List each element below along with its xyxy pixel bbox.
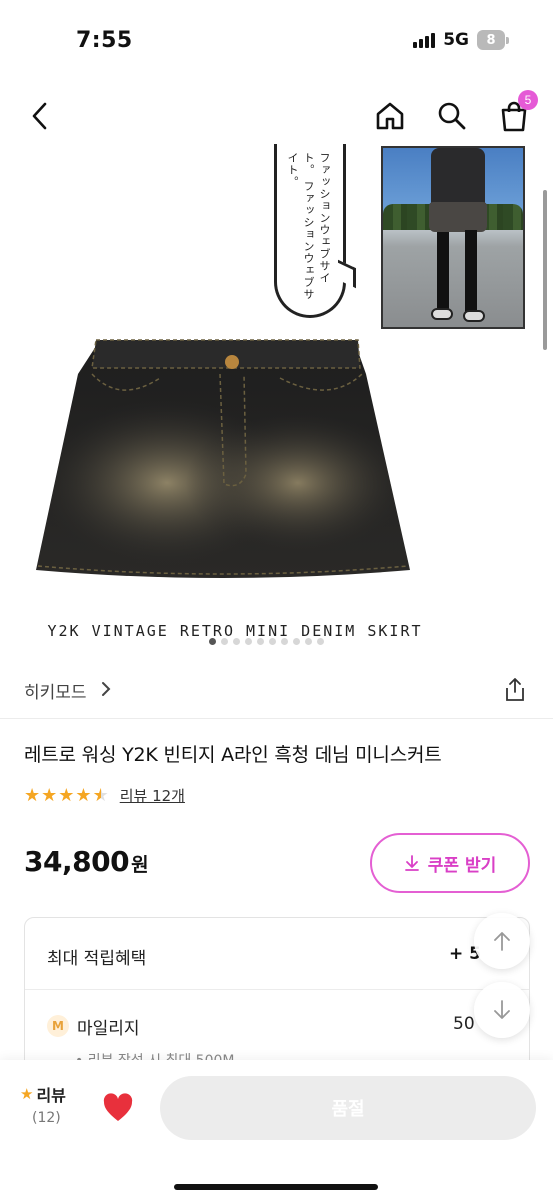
- chevron-right-icon: [102, 682, 111, 696]
- carousel-dot[interactable]: [245, 638, 252, 645]
- carousel-dots: [0, 638, 553, 645]
- home-indicator: [174, 1184, 378, 1190]
- star-icon: ★: [20, 1085, 34, 1103]
- price: 34,800: [24, 845, 130, 878]
- carousel-dot[interactable]: [233, 638, 240, 645]
- status-time: 7:55: [76, 28, 133, 53]
- home-icon: [376, 102, 404, 130]
- price-row: 34,800 원: [24, 845, 149, 878]
- cart-button[interactable]: 5: [494, 90, 538, 136]
- scroll-to-bottom-button[interactable]: [474, 982, 530, 1038]
- search-button[interactable]: [432, 96, 472, 136]
- mileage-value: 50: [453, 1014, 475, 1034]
- mileage-icon: M: [47, 1015, 69, 1037]
- search-icon: [438, 102, 466, 130]
- speech-bubble-text: ファッションウェブサイト。 ファッションウェブサイト。: [286, 152, 332, 302]
- arrow-up-icon: [494, 932, 510, 951]
- product-title: 레트로 워싱 Y2K 빈티지 A라인 흑청 데님 미니스커트: [24, 744, 442, 766]
- signal-icon: [413, 32, 436, 48]
- heart-icon: [103, 1093, 133, 1121]
- scrollbar[interactable]: [543, 190, 547, 350]
- carousel-dot[interactable]: [317, 638, 324, 645]
- download-icon: [404, 855, 419, 871]
- share-button[interactable]: [500, 674, 530, 704]
- status-bar: 7:55 5G 8: [0, 0, 553, 80]
- star-icon: ★: [75, 784, 92, 806]
- half-star-icon: ★: [92, 784, 109, 806]
- star-icon: ★: [41, 784, 58, 806]
- chevron-left-icon: [32, 102, 47, 130]
- review-tab[interactable]: ★ 리뷰 (12): [20, 1082, 80, 1126]
- carousel-dot[interactable]: [293, 638, 300, 645]
- coupon-button[interactable]: 쿠폰 받기: [370, 833, 530, 893]
- carousel-dot[interactable]: [209, 638, 216, 645]
- review-tab-label: 리뷰: [36, 1086, 66, 1105]
- scroll-to-top-button[interactable]: [474, 913, 530, 969]
- soldout-button[interactable]: 품절: [160, 1076, 536, 1140]
- top-nav: 5: [0, 88, 553, 144]
- price-unit: 원: [131, 854, 149, 876]
- wishlist-button[interactable]: [100, 1090, 136, 1126]
- carousel-dot[interactable]: [305, 638, 312, 645]
- cart-count-badge: 5: [518, 90, 538, 110]
- carousel-dot[interactable]: [281, 638, 288, 645]
- back-button[interactable]: [20, 96, 60, 136]
- star-icon: ★: [58, 784, 75, 806]
- carousel-dot[interactable]: [269, 638, 276, 645]
- review-count-link[interactable]: 리뷰 12개: [120, 785, 185, 806]
- status-indicators: 5G 8: [413, 30, 509, 50]
- rating-row[interactable]: ★ ★ ★ ★ ★ 리뷰 12개: [24, 785, 185, 806]
- arrow-down-icon: [494, 1000, 510, 1019]
- bottom-action-bar: ★ 리뷰 (12) 품절: [0, 1060, 553, 1200]
- home-button[interactable]: [370, 96, 410, 136]
- star-icon: ★: [24, 784, 41, 806]
- divider: [0, 718, 553, 719]
- share-icon: [506, 678, 524, 701]
- review-tab-count: (12): [32, 1110, 61, 1126]
- product-image-carousel[interactable]: ファッションウェブサイト。 ファッションウェブサイト。 Y2K VINTAGE …: [0, 144, 553, 660]
- benefit-title: 최대 적립혜택: [47, 949, 147, 969]
- coupon-label: 쿠폰 받기: [427, 855, 497, 876]
- carousel-dot[interactable]: [221, 638, 228, 645]
- battery-cap: [506, 36, 509, 44]
- photo-model: [423, 148, 493, 327]
- model-photo: [381, 146, 525, 329]
- benefit-box: 최대 적립혜택 + 5 M 마일리지 50 • 리뷰 작성 시 최대 500M: [24, 917, 530, 1077]
- battery-icon: 8: [477, 30, 505, 50]
- brand-row: 히키모드: [0, 668, 553, 714]
- mileage-label: 마일리지: [77, 1019, 140, 1039]
- benefit-header[interactable]: 최대 적립혜택 + 5: [25, 918, 529, 990]
- network-type: 5G: [443, 30, 469, 50]
- brand-name-link[interactable]: 히키모드: [24, 678, 87, 703]
- skirt-product-image: [30, 334, 414, 594]
- carousel-dot[interactable]: [257, 638, 264, 645]
